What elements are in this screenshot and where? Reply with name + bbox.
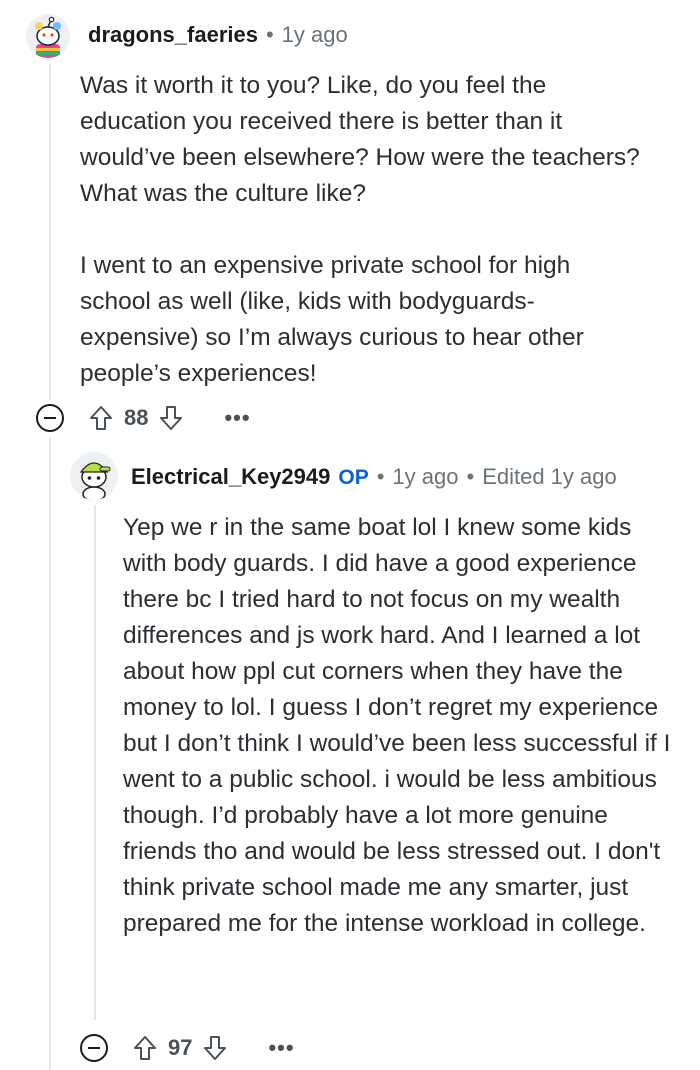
timestamp[interactable]: 1y ago bbox=[282, 22, 348, 48]
downvote-icon[interactable] bbox=[202, 1034, 228, 1062]
thread-line-root-continued bbox=[49, 438, 51, 1070]
comment-body: Yep we r in the same boat lol I knew som… bbox=[123, 510, 671, 942]
downvote-icon[interactable] bbox=[158, 404, 184, 432]
separator-dot: • bbox=[265, 22, 274, 47]
vote-score: 88 bbox=[124, 405, 149, 430]
collapse-icon[interactable] bbox=[80, 1034, 108, 1062]
upvote-icon[interactable] bbox=[132, 1034, 158, 1062]
snoo-avatar-icon bbox=[26, 14, 70, 58]
thread-line-root bbox=[49, 64, 51, 400]
thread-line-reply bbox=[94, 505, 96, 1020]
more-options-icon[interactable]: ••• bbox=[224, 407, 250, 429]
comment-actions: 97 ••• bbox=[80, 1034, 295, 1062]
comment-header: Electrical_Key2949 OP • 1y ago • Edited … bbox=[131, 464, 617, 490]
separator-dot: • bbox=[376, 464, 385, 489]
comment-paragraph: Was it worth it to you? Like, do you fee… bbox=[80, 72, 640, 207]
username[interactable]: Electrical_Key2949 bbox=[131, 464, 330, 490]
user-avatar-electrical-key2949[interactable] bbox=[70, 452, 118, 500]
vote-score: 97 bbox=[168, 1035, 193, 1060]
comment-header: dragons_faeries • 1y ago bbox=[88, 22, 348, 48]
comment-paragraph: Yep we r in the same boat lol I knew som… bbox=[123, 514, 671, 937]
comment-actions: 88 ••• bbox=[36, 404, 251, 432]
snoo-avatar-icon bbox=[70, 452, 118, 500]
comment-paragraph: I went to an expensive private school fo… bbox=[80, 252, 584, 387]
edited-label: Edited 1y ago bbox=[482, 464, 617, 489]
more-options-icon[interactable]: ••• bbox=[268, 1037, 294, 1059]
timestamp[interactable]: 1y ago bbox=[392, 464, 458, 490]
collapse-icon[interactable] bbox=[36, 404, 64, 432]
username[interactable]: dragons_faeries bbox=[88, 22, 258, 48]
upvote-icon[interactable] bbox=[88, 404, 114, 432]
user-avatar-dragons-faeries[interactable] bbox=[26, 14, 70, 58]
separator-dot: • bbox=[466, 464, 475, 489]
op-badge: OP bbox=[338, 466, 369, 489]
comment-body: Was it worth it to you? Like, do you fee… bbox=[80, 68, 640, 392]
